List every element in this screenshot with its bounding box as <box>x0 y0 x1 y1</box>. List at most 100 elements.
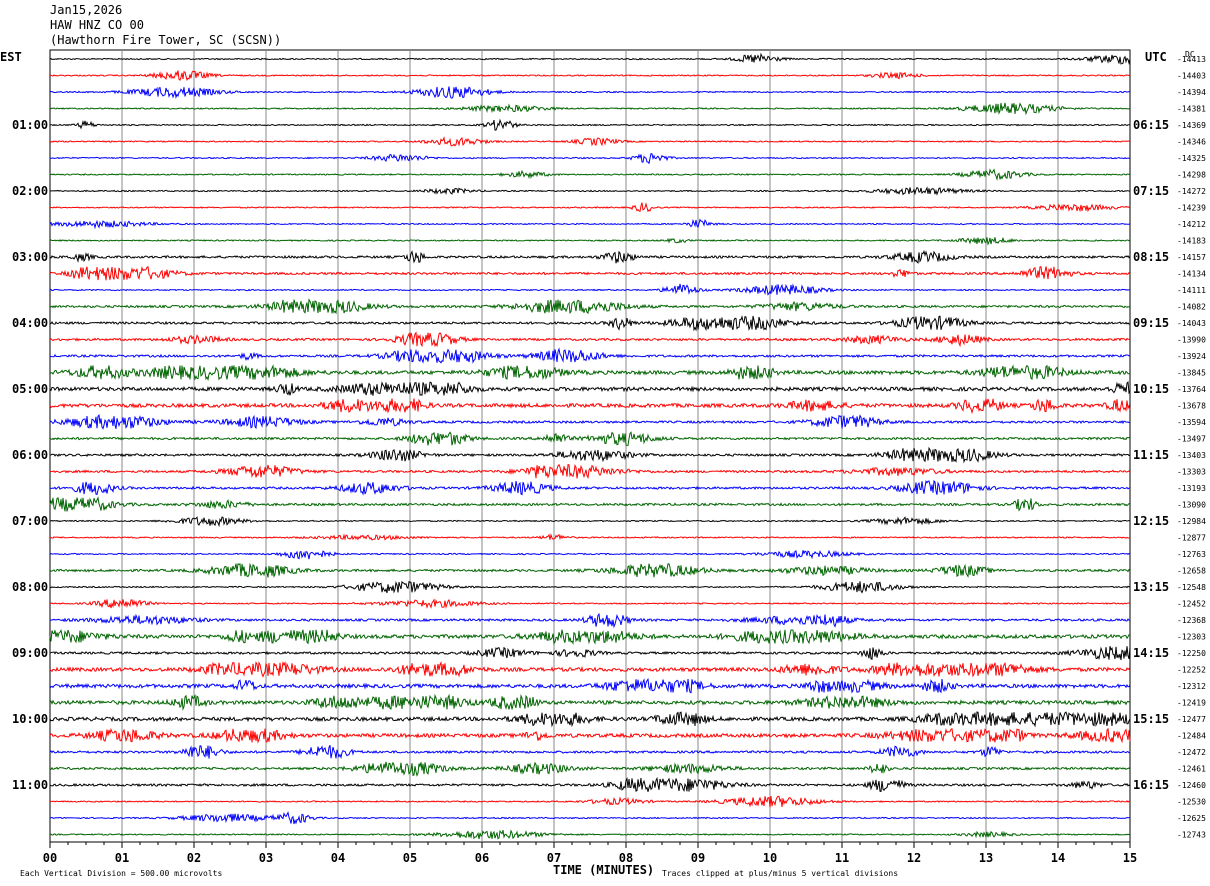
dc-offset-label: -12250 <box>1177 649 1206 658</box>
seismic-trace <box>49 612 1131 629</box>
dc-offset-label: -12368 <box>1177 616 1206 625</box>
seismic-trace <box>49 431 1131 446</box>
seismic-trace <box>50 202 1131 213</box>
dc-offset-label: -13924 <box>1177 352 1206 361</box>
dc-offset-label: -14134 <box>1177 270 1206 279</box>
x-tick-label: 01 <box>115 851 129 865</box>
dc-offset-label: -14369 <box>1177 121 1206 130</box>
dc-offset-label: -13845 <box>1177 369 1206 378</box>
dc-offset-label: -14082 <box>1177 303 1206 312</box>
seismic-trace <box>49 646 1131 661</box>
x-tick-label: 10 <box>763 851 777 865</box>
seismic-trace <box>49 516 1131 528</box>
dc-offset-label: -14403 <box>1177 72 1206 81</box>
utc-hour-label: 12:15 <box>1133 514 1169 528</box>
est-label: EST <box>0 50 22 64</box>
utc-hour-label: 07:15 <box>1133 184 1169 198</box>
dc-offset-label: -12530 <box>1177 798 1206 807</box>
seismic-trace <box>49 744 1131 759</box>
x-tick-label: 11 <box>835 851 849 865</box>
seismic-trace <box>49 249 1131 264</box>
dc-offset-label: -12763 <box>1177 550 1206 559</box>
seismic-trace <box>49 315 1131 332</box>
seismic-trace <box>49 118 1131 131</box>
dc-offset-label: -14394 <box>1177 88 1206 97</box>
x-tick-label: 09 <box>691 851 705 865</box>
dc-offset-label: -14043 <box>1177 319 1206 328</box>
dc-offset-label: -13193 <box>1177 484 1206 493</box>
seismic-trace <box>49 660 1131 678</box>
seismic-trace <box>49 711 1131 728</box>
est-hour-label: 06:00 <box>12 448 48 462</box>
utc-hour-label: 13:15 <box>1133 580 1169 594</box>
seismic-trace <box>49 331 1131 348</box>
seismic-trace <box>49 811 1131 825</box>
seismic-trace <box>49 168 1131 182</box>
seismic-trace <box>49 398 1131 415</box>
seismic-trace <box>49 102 1131 116</box>
utc-hour-label: 06:15 <box>1133 118 1169 132</box>
seismic-trace <box>49 761 1131 777</box>
seismic-trace <box>49 776 1131 793</box>
est-hour-label: 01:00 <box>12 118 48 132</box>
dc-offset-label: -13764 <box>1177 385 1206 394</box>
seismic-trace <box>49 598 1130 609</box>
est-hour-label: 11:00 <box>12 778 48 792</box>
plot-frame <box>49 49 1131 843</box>
seismic-trace <box>49 678 1131 694</box>
x-tick-label: 14 <box>1051 851 1065 865</box>
dc-offset-label: -14298 <box>1177 171 1206 180</box>
seismic-trace <box>49 580 1131 594</box>
utc-hour-label: 10:15 <box>1133 382 1169 396</box>
seismic-trace <box>49 186 1131 196</box>
dc-offset-label: -13497 <box>1177 435 1206 444</box>
dc-offset-label: -14157 <box>1177 253 1206 262</box>
x-tick-label: 02 <box>187 851 201 865</box>
dc-offset-label: -14239 <box>1177 204 1206 213</box>
utc-hour-label: 15:15 <box>1133 712 1169 726</box>
dc-offset-label: -13303 <box>1177 468 1206 477</box>
scale-note: Each Vertical Division = 500.00 microvol… <box>20 869 222 878</box>
seismic-trace <box>49 364 1131 382</box>
dc-offset-label: -12984 <box>1177 517 1206 526</box>
seismic-trace <box>49 152 1131 165</box>
clip-note: Traces clipped at plus/minus 5 vertical … <box>662 869 898 878</box>
seismic-trace <box>49 727 1131 744</box>
utc-hour-label: 16:15 <box>1133 778 1169 792</box>
seismic-trace <box>49 413 1131 430</box>
dc-offset-label: -12877 <box>1177 534 1206 543</box>
x-axis-title: TIME (MINUTES) <box>553 863 654 877</box>
dc-offset-label: -12658 <box>1177 567 1206 576</box>
seismic-trace <box>49 298 1131 315</box>
dc-offset-label: -13678 <box>1177 402 1206 411</box>
seismic-trace <box>49 463 1131 480</box>
seismic-trace <box>49 549 1131 560</box>
est-hour-label: 10:00 <box>12 712 48 726</box>
seismic-trace <box>49 562 1131 578</box>
dc-offset-label: -12303 <box>1177 633 1206 642</box>
est-hour-label: 03:00 <box>12 250 48 264</box>
seismic-trace <box>49 70 1131 81</box>
utc-hour-label: 08:15 <box>1133 250 1169 264</box>
seismic-trace <box>49 629 1131 646</box>
dc-offset-label: -14381 <box>1177 105 1206 114</box>
dc-offset-label: -12252 <box>1177 666 1206 675</box>
seismic-trace <box>49 52 1131 65</box>
dc-offset-label: -13990 <box>1177 336 1206 345</box>
dc-label: DC <box>1185 50 1195 59</box>
dc-offset-label: -12472 <box>1177 748 1206 757</box>
seismic-trace <box>49 218 1131 230</box>
dc-offset-label: -13594 <box>1177 418 1206 427</box>
x-tick-label: 05 <box>403 851 417 865</box>
seismic-trace <box>49 136 1131 147</box>
dc-offset-label: -14272 <box>1177 187 1206 196</box>
seismic-trace <box>49 283 1130 296</box>
est-hour-label: 02:00 <box>12 184 48 198</box>
dc-offset-label: -14111 <box>1177 286 1206 295</box>
dc-offset-label: -12419 <box>1177 699 1206 708</box>
seismic-trace <box>49 532 1131 541</box>
est-hour-label: 09:00 <box>12 646 48 660</box>
dc-offset-label: -14183 <box>1177 237 1206 246</box>
x-tick-label: 04 <box>331 851 345 865</box>
seismic-trace <box>49 829 1131 840</box>
